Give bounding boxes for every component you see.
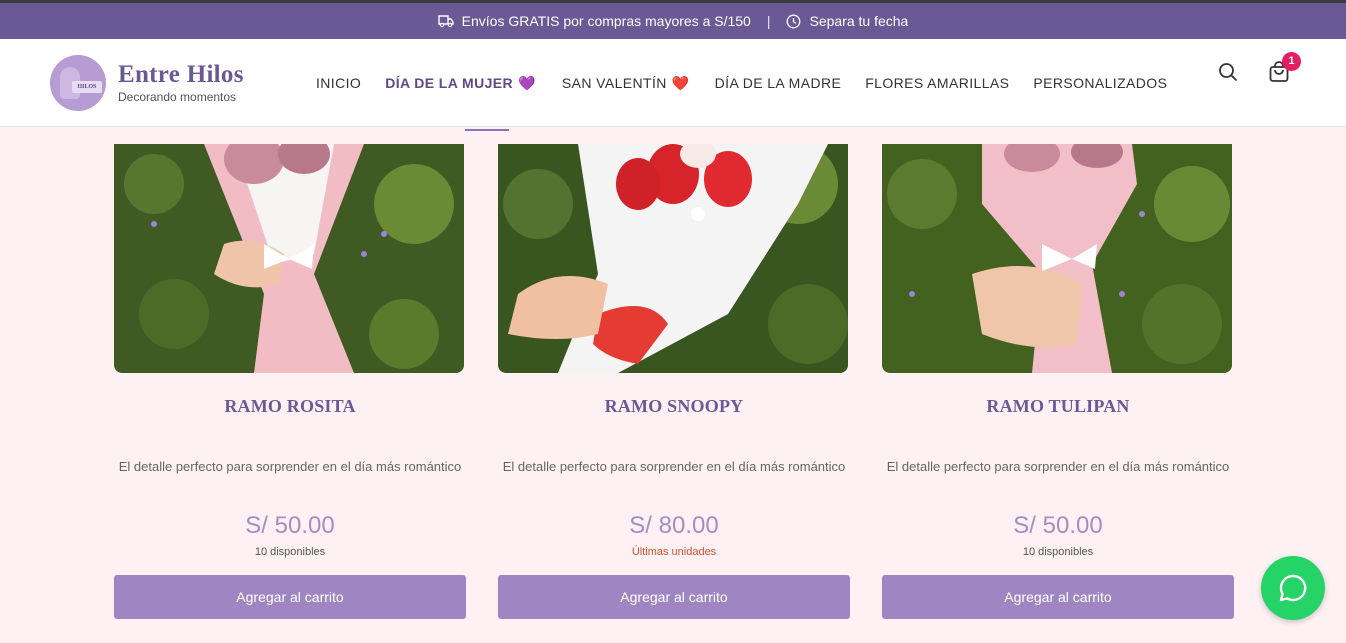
brand-tagline: Decorando momentos: [118, 90, 237, 104]
announcement-bar: Envíos GRATIS por compras mayores a S/15…: [0, 0, 1346, 39]
product-price: S/ 50.00: [1013, 512, 1103, 539]
product-price: S/ 50.00: [245, 512, 335, 539]
brand-logo[interactable]: HILOS Entre Hilos Decorando momentos: [50, 55, 244, 111]
truck-icon: [437, 14, 454, 28]
red-heart-icon: ❤️: [671, 75, 690, 91]
shipping-text: Envíos GRATIS por compras mayores a S/15…: [461, 13, 751, 29]
product-image[interactable]: [882, 144, 1232, 373]
nav-item-dia-de-la-madre[interactable]: DÍA DE LA MADRE: [715, 39, 842, 127]
nav-item-personalizados[interactable]: PERSONALIZADOS: [1033, 39, 1167, 127]
product-description: El detalle perfecto para sorprender en e…: [502, 459, 846, 474]
whatsapp-chat-button[interactable]: [1261, 556, 1325, 620]
brand-name: Entre Hilos: [118, 61, 244, 88]
product-title[interactable]: RAMO ROSITA: [114, 396, 466, 417]
purple-heart-icon: 💜: [518, 75, 536, 91]
nav-item-dia-de-la-mujer[interactable]: DÍA DE LA MUJER 💜: [385, 39, 536, 131]
cart-count-badge: 1: [1282, 52, 1301, 71]
nav-item-inicio[interactable]: INICIO: [316, 39, 361, 127]
product-image[interactable]: [498, 144, 848, 373]
add-to-cart-button[interactable]: Agregar al carrito: [114, 575, 466, 619]
add-to-cart-button[interactable]: Agregar al carrito: [882, 575, 1234, 619]
nav-item-flores-amarillas[interactable]: FLORES AMARILLAS: [865, 39, 1009, 127]
main-nav: INICIO DÍA DE LA MUJER 💜 SAN VALENTÍN ❤️…: [316, 39, 1167, 131]
product-price: S/ 80.00: [629, 512, 719, 539]
product-title[interactable]: RAMO TULIPAN: [882, 396, 1234, 417]
logo-image: HILOS: [50, 55, 106, 111]
product-title[interactable]: RAMO SNOOPY: [498, 396, 850, 417]
cart-button[interactable]: 1: [1268, 52, 1301, 88]
product-image[interactable]: [114, 144, 464, 373]
nav-item-san-valentin[interactable]: SAN VALENTÍN ❤️: [562, 39, 690, 127]
product-card: RAMO ROSITA El detalle perfecto para sor…: [114, 144, 466, 619]
product-description: El detalle perfecto para sorprender en e…: [118, 459, 462, 474]
product-card: RAMO SNOOPY El detalle perfecto para sor…: [498, 144, 850, 619]
stock-status: Últimas unidades: [631, 546, 717, 558]
search-icon[interactable]: [1218, 62, 1238, 87]
product-description: El detalle perfecto para sorprender en e…: [886, 459, 1230, 474]
chat-bubble-icon: [1279, 574, 1307, 602]
product-card: RAMO TULIPAN El detalle perfecto para so…: [882, 144, 1234, 619]
clock-icon: [786, 14, 801, 29]
stock-status: 10 disponibles: [254, 546, 326, 558]
stock-status: 10 disponibles: [1022, 546, 1094, 558]
date-text: Separa tu fecha: [809, 13, 909, 29]
add-to-cart-button[interactable]: Agregar al carrito: [498, 575, 850, 619]
divider: |: [766, 13, 771, 29]
site-header: HILOS Entre Hilos Decorando momentos INI…: [0, 39, 1346, 131]
